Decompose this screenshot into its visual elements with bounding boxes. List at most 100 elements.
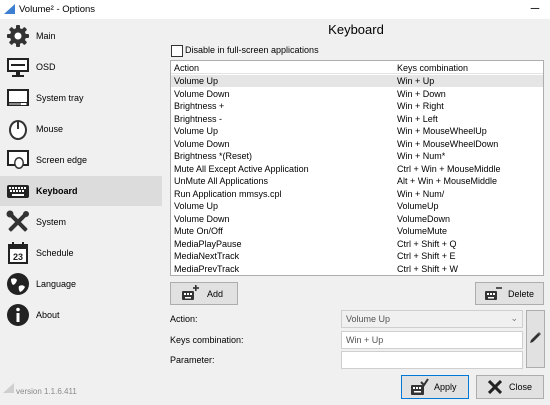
sidebar-item-label: System <box>36 217 67 227</box>
sidebar-item-label: OSD <box>36 62 56 72</box>
table-row[interactable]: MediaPrevTrack Ctrl + Shift + W <box>171 263 543 275</box>
table-row[interactable]: MediaNextTrack Ctrl + Shift + E <box>171 250 543 262</box>
close-button[interactable]: Close <box>476 375 544 399</box>
table-row[interactable]: Brightness - Win + Left <box>171 113 543 125</box>
add-button-label: Add <box>207 289 224 299</box>
sidebar: Main OSD System tray Mouse Screen edge K… <box>0 19 162 405</box>
parameter-label: Parameter: <box>170 355 215 365</box>
title-bar: Volume² - Options ─ <box>0 0 550 19</box>
sidebar-item-language[interactable]: Language <box>0 269 162 299</box>
table-row[interactable]: MediaPlayPause Ctrl + Shift + Q <box>171 238 543 250</box>
table-row[interactable]: Mute All Except Active Application Ctrl +… <box>171 163 543 175</box>
cell-keys: Win + Down <box>397 88 446 99</box>
volume-logo-icon <box>4 4 15 14</box>
cell-keys: Win + Num* <box>397 151 446 161</box>
cell-keys: Ctrl + Shift + W <box>397 263 459 274</box>
table-row[interactable]: Volume Down Win + Down <box>171 88 543 100</box>
keys-combination-label: Keys combination: <box>170 335 244 345</box>
cell-action: Run Application mmsys.cpl <box>174 188 282 199</box>
parameter-field[interactable] <box>341 351 523 369</box>
sidebar-item-main[interactable]: Main <box>0 21 162 51</box>
action-select-value: Volume Up <box>346 314 391 324</box>
cell-action: Mute All Except Active Application <box>174 163 309 174</box>
table-row[interactable]: Run Application mmsys.cpl Win + Num/ <box>171 188 543 200</box>
sidebar-item-system[interactable]: System <box>0 207 162 237</box>
cell-keys: Win + Right <box>397 101 444 111</box>
column-header-action[interactable]: Action <box>174 63 199 73</box>
add-hotkey-icon <box>182 285 199 300</box>
cell-action: Mute On/Off <box>174 226 223 236</box>
screen-edge-icon <box>7 150 29 169</box>
cell-keys: VolumeDown <box>397 213 451 224</box>
apply-button[interactable]: Apply <box>401 375 469 399</box>
table-row[interactable]: Volume Up Win + Up <box>171 75 543 87</box>
cell-action: Brightness + <box>174 101 225 111</box>
page-title: Keyboard <box>328 22 384 37</box>
keys-combination-field[interactable]: Win + Up <box>341 331 523 349</box>
cell-action: Volume Down <box>174 88 230 99</box>
calendar-icon: 23 <box>8 242 28 264</box>
cell-action: MediaPlayPause <box>174 238 242 249</box>
delete-hotkey-icon <box>485 287 502 300</box>
sidebar-item-label: System tray <box>36 93 84 103</box>
delete-button-label: Delete <box>508 289 535 299</box>
sidebar-item-label: Screen edge <box>36 155 88 165</box>
cell-keys: VolumeUp <box>397 201 439 211</box>
globe-icon <box>7 273 29 295</box>
cell-keys: Ctrl + Shift + Q <box>397 238 457 249</box>
apply-keyboard-icon <box>411 378 429 395</box>
sidebar-item-mouse[interactable]: Mouse <box>0 114 162 144</box>
cell-action: Volume Up <box>174 76 219 86</box>
add-button[interactable]: Add <box>170 282 238 305</box>
sidebar-item-screen-edge[interactable]: Screen edge <box>0 145 162 175</box>
cell-action: MediaNextTrack <box>174 251 240 261</box>
volume-logo-icon <box>3 383 14 393</box>
edit-button[interactable] <box>526 310 545 368</box>
table-row[interactable]: Volume Up VolumeUp <box>171 200 543 212</box>
cell-action: MediaPrevTrack <box>174 263 240 274</box>
cell-keys: Ctrl + Win + MouseMiddle <box>397 163 501 174</box>
sidebar-item-label: Main <box>36 31 56 41</box>
apply-button-label: Apply <box>434 382 457 392</box>
sidebar-item-label: Schedule <box>36 248 74 258</box>
sidebar-item-about[interactable]: About <box>0 300 162 330</box>
hotkey-table[interactable]: Action Keys combination Volume Up Win + U… <box>170 60 544 276</box>
sidebar-item-label: Mouse <box>36 124 64 134</box>
column-header-keys[interactable]: Keys combination <box>397 63 468 73</box>
table-row[interactable]: UnMute All Applications Alt + Win + Mouse… <box>171 175 543 187</box>
table-row[interactable]: Volume Up Win + MouseWheelUp <box>171 125 543 137</box>
sidebar-item-schedule[interactable]: 23 Schedule <box>0 238 162 268</box>
minimize-button[interactable]: ─ <box>520 0 550 19</box>
table-row[interactable]: Volume Down VolumeDown <box>171 213 543 225</box>
action-select[interactable]: Volume Up ⌄ <box>341 310 523 328</box>
table-row[interactable]: Brightness + Win + Right <box>171 100 543 112</box>
sidebar-item-label: Keyboard <box>36 186 78 196</box>
cell-action: Volume Up <box>174 201 219 211</box>
table-row[interactable]: Brightness *(Reset) Win + Num* <box>171 150 543 162</box>
cell-action: Brightness *(Reset) <box>174 151 253 161</box>
pencil-icon <box>530 332 541 343</box>
window-title: Volume² - Options <box>19 4 96 15</box>
cell-action: Volume Down <box>174 138 230 149</box>
mouse-icon <box>9 120 27 140</box>
disable-fullscreen-checkbox[interactable] <box>171 45 183 57</box>
monitor-icon <box>7 58 29 77</box>
cell-keys: VolumeMute <box>397 226 448 236</box>
chevron-down-icon: ⌄ <box>510 313 518 323</box>
table-row[interactable]: Volume Down Win + MouseWheelDown <box>171 138 543 150</box>
close-icon <box>488 380 502 394</box>
cell-action: Brightness - <box>174 113 223 124</box>
version-label: version 1.1.6.411 <box>16 387 77 396</box>
cell-keys: Win + Left <box>397 113 438 124</box>
cell-keys: Win + Num/ <box>397 188 445 199</box>
disable-fullscreen-label: Disable in full-screen applications <box>185 45 319 55</box>
sidebar-item-keyboard[interactable]: Keyboard <box>0 176 162 206</box>
delete-button[interactable]: Delete <box>475 282 544 305</box>
sidebar-item-osd[interactable]: OSD <box>0 52 162 82</box>
cell-keys: Alt + Win + MouseMiddle <box>397 176 498 186</box>
cell-keys: Win + MouseWheelDown <box>397 138 499 149</box>
cell-keys: Win + Up <box>397 76 435 86</box>
sidebar-item-system-tray[interactable]: System tray <box>0 83 162 113</box>
table-row[interactable]: Mute On/Off VolumeMute <box>171 225 543 237</box>
keys-combination-value: Win + Up <box>346 335 384 345</box>
